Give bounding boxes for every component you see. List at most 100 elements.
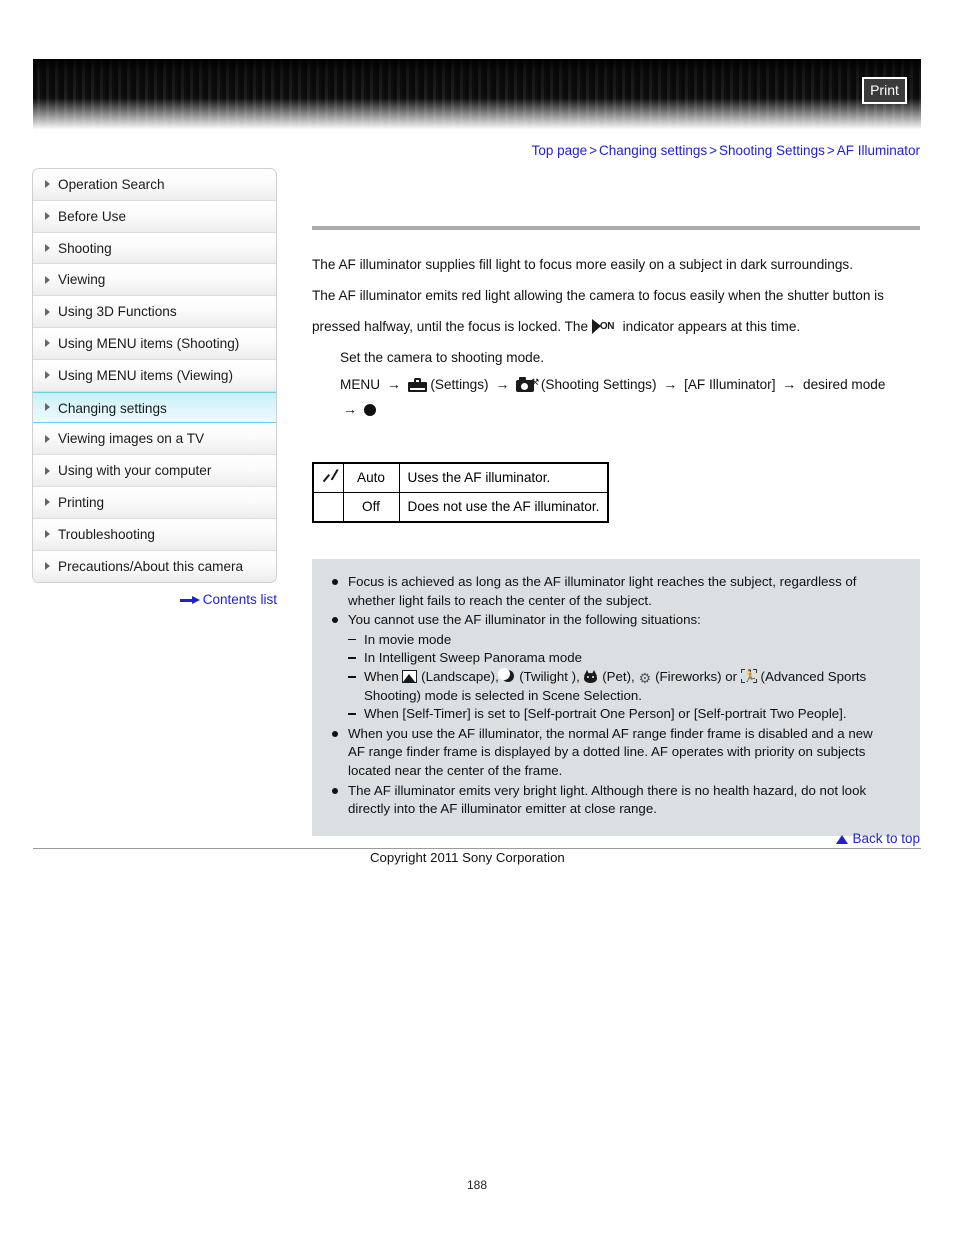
copyright-text: Copyright 2011 Sony Corporation [370, 850, 565, 865]
triangle-up-icon [836, 835, 849, 844]
note-item: Focus is achieved as long as the AF illu… [330, 573, 902, 610]
menu-label: MENU [340, 377, 381, 392]
arrow-right-icon: → [386, 376, 401, 392]
chevron-right-icon [45, 434, 50, 443]
breadcrumb-item-shooting-settings[interactable]: Shooting Settings [719, 143, 825, 158]
sidebar-item-shooting[interactable]: Shooting [33, 232, 276, 265]
sidebar-item-using-menu-items-shooting[interactable]: Using MENU items (Shooting) [33, 327, 276, 360]
note-line: AF range finder frame is displayed by a … [348, 744, 866, 760]
chevron-right-icon [45, 371, 50, 380]
bullet-icon [332, 730, 338, 737]
note-line: whether light fails to reach the center … [348, 592, 652, 608]
breadcrumb-separator: > [589, 143, 598, 158]
settings-toolbox-icon [407, 378, 427, 392]
sidebar-item-label: Before Use [58, 208, 127, 224]
chevron-right-icon [45, 530, 50, 539]
note-line: You cannot use the AF illuminator in the… [348, 612, 701, 628]
intro-line-1: The AF illuminator supplies fill light t… [312, 257, 853, 272]
desired-mode-label: desired mode [803, 377, 886, 392]
breadcrumb: Top page > Changing settings > Shooting Sett… [300, 143, 920, 158]
chevron-right-icon [45, 212, 50, 221]
bullet-icon [332, 787, 338, 794]
options-table: Auto Uses the AF illuminator. Off Does n… [312, 462, 610, 523]
note-subline-sports: (Advanced Sports [760, 668, 867, 684]
intro-line-3-after: indicator appears at this time. [622, 319, 801, 334]
advanced-sports-shooting-scene-icon: 🏃 [740, 668, 758, 683]
breadcrumb-item-top-page[interactable]: Top page [532, 143, 588, 158]
pet-scene-icon [583, 669, 598, 683]
note-subline: In movie mode [364, 631, 452, 647]
sidebar-item-operation-search[interactable]: Operation Search [33, 169, 276, 201]
header-banner: Print [33, 59, 921, 130]
notes-box: Focus is achieved as long as the AF illu… [312, 559, 920, 836]
sidebar-item-precautions-about-this-camera[interactable]: Precautions/About this camera [33, 550, 276, 583]
note-line: directly into the AF illuminator emitter… [348, 801, 657, 817]
note-item: The AF illuminator emits very bright lig… [330, 782, 902, 819]
note-line: The AF illuminator emits very bright lig… [348, 782, 867, 798]
arrow-right-icon: → [495, 376, 510, 392]
chevron-right-icon [45, 403, 50, 412]
section-divider [312, 226, 920, 230]
sidebar-item-label: Printing [58, 494, 105, 510]
chevron-right-icon [45, 307, 50, 316]
page-number: 188 [466, 1178, 488, 1192]
twilight-scene-icon [498, 667, 515, 683]
sidebar: Operation Search Before Use Shooting Vie… [32, 168, 277, 584]
arrow-right-icon: → [782, 376, 797, 392]
table-row[interactable]: Auto Uses the AF illuminator. [312, 462, 609, 493]
sidebar-item-label: Viewing images on a TV [58, 431, 205, 447]
settings-label: (Settings) [430, 377, 489, 392]
chevron-right-icon [45, 562, 50, 571]
sidebar-item-label: Troubleshooting [58, 526, 155, 542]
note-subitem: In Intelligent Sweep Panorama mode [348, 649, 902, 668]
note-line: located near the center of the frame. [348, 762, 563, 778]
note-subline-when: When [364, 668, 399, 684]
af-illuminator-on-icon-label: ON [599, 321, 615, 332]
arrow-right-icon: → [343, 401, 357, 417]
menu-item-label: [AF Illuminator] [684, 377, 776, 392]
sidebar-item-printing[interactable]: Printing [33, 486, 276, 519]
chevron-right-icon [45, 339, 50, 348]
back-to-top-label: Back to top [852, 831, 920, 846]
check-icon [319, 468, 337, 482]
dash-icon [348, 713, 356, 715]
dash-icon [348, 675, 356, 678]
note-subline-twilight: (Twilight ), [519, 668, 580, 684]
dash-icon [348, 657, 356, 659]
note-sublist: In movie mode In Intelligent Sweep Panor… [348, 631, 902, 724]
breadcrumb-item-af-illuminator[interactable]: AF Illuminator [837, 143, 920, 158]
sidebar-item-using-3d-functions[interactable]: Using 3D Functions [33, 296, 276, 328]
sidebar-item-label: Using MENU items (Shooting) [58, 335, 240, 351]
sidebar-item-label: Operation Search [58, 177, 165, 192]
contents-list-link[interactable]: Contents list [32, 592, 277, 607]
intro-paragraph: The AF illuminator supplies fill light t… [312, 252, 920, 339]
main-content: The AF illuminator supplies fill light t… [312, 168, 920, 836]
sidebar-item-label: Shooting [58, 240, 112, 256]
note-subline-landscape: (Landscape), [421, 668, 499, 684]
sidebar-item-viewing-images-on-a-tv[interactable]: Viewing images on a TV [33, 423, 276, 456]
table-row[interactable]: Off Does not use the AF illuminator. [312, 492, 609, 523]
breadcrumb-item-changing-settings[interactable]: Changing settings [599, 143, 707, 158]
sidebar-item-viewing[interactable]: Viewing [33, 264, 276, 297]
sidebar-item-using-menu-items-viewing[interactable]: Using MENU items (Viewing) [33, 359, 276, 392]
back-to-top-link[interactable]: Back to top [312, 831, 920, 846]
sidebar-item-before-use[interactable]: Before Use [33, 200, 276, 233]
procedure-block: Set the camera to shooting mode. MENU → … [340, 345, 920, 422]
note-item: When you use the AF illuminator, the nor… [330, 725, 902, 781]
note-subitem: In movie mode [348, 631, 902, 650]
shooting-settings-label: (Shooting Settings) [540, 377, 657, 392]
sidebar-item-label: Using with your computer [58, 463, 212, 479]
sidebar-item-using-with-your-computer[interactable]: Using with your computer [33, 455, 276, 487]
intro-line-3-before: pressed halfway, until the focus is lock… [312, 319, 589, 334]
print-button[interactable]: Print [862, 77, 907, 104]
chevron-right-icon [45, 466, 50, 475]
arrow-right-icon [179, 596, 200, 605]
chevron-right-icon [45, 180, 50, 189]
landscape-scene-icon [402, 669, 418, 683]
sidebar-item-troubleshooting[interactable]: Troubleshooting [33, 518, 276, 551]
chevron-right-icon [45, 275, 50, 284]
sidebar-item-label: Precautions/About this camera [58, 558, 244, 574]
fireworks-scene-icon: ⚙ [638, 669, 652, 686]
sidebar-item-label: Using 3D Functions [58, 304, 177, 320]
sidebar-item-changing-settings[interactable]: Changing settings [33, 391, 276, 424]
